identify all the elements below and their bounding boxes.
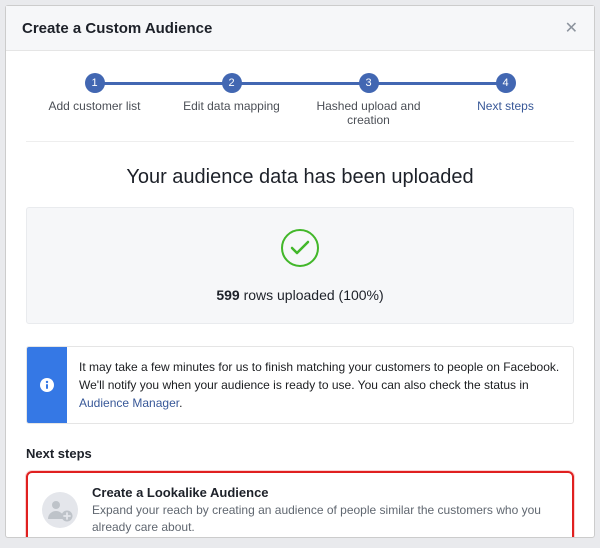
modal-title: Create a Custom Audience bbox=[22, 20, 212, 37]
step-label: Edit data mapping bbox=[163, 99, 300, 113]
step-add-customer-list[interactable]: 1 Add customer list bbox=[26, 73, 163, 113]
step-label: Hashed upload and creation bbox=[300, 99, 437, 127]
step-edit-data-mapping[interactable]: 2 Edit data mapping bbox=[163, 73, 300, 113]
stepper: 1 Add customer list 2 Edit data mapping … bbox=[26, 73, 574, 127]
info-banner: It may take a few minutes for us to fini… bbox=[26, 346, 574, 424]
card-title: Create a Lookalike Audience bbox=[92, 485, 558, 500]
step-next-steps[interactable]: 4 Next steps bbox=[437, 73, 574, 113]
step-label: Next steps bbox=[437, 99, 574, 113]
step-dot: 4 bbox=[496, 73, 516, 93]
close-icon[interactable]: ✕ bbox=[565, 18, 578, 38]
modal-body: 1 Add customer list 2 Edit data mapping … bbox=[6, 51, 594, 537]
step-dot: 2 bbox=[222, 73, 242, 93]
rows-suffix: rows uploaded (100%) bbox=[240, 287, 384, 303]
success-check-icon bbox=[280, 228, 320, 268]
next-steps-heading: Next steps bbox=[26, 446, 574, 461]
card-desc: Expand your reach by creating an audienc… bbox=[92, 502, 558, 536]
info-icon bbox=[27, 347, 67, 423]
upload-status-text: 599 rows uploaded (100%) bbox=[47, 287, 553, 303]
step-dot: 1 bbox=[85, 73, 105, 93]
divider bbox=[26, 141, 574, 142]
step-label: Add customer list bbox=[26, 99, 163, 113]
audience-manager-link[interactable]: Audience Manager bbox=[79, 396, 179, 410]
lookalike-icon bbox=[42, 492, 78, 528]
info-after: . bbox=[179, 396, 182, 410]
upload-status-box: 599 rows uploaded (100%) bbox=[26, 207, 574, 324]
step-dot: 3 bbox=[359, 73, 379, 93]
modal-header: Create a Custom Audience ✕ bbox=[6, 6, 594, 51]
info-text: It may take a few minutes for us to fini… bbox=[67, 347, 573, 423]
stepper-bar bbox=[95, 82, 506, 85]
upload-heading: Your audience data has been uploaded bbox=[26, 166, 574, 189]
create-custom-audience-modal: Create a Custom Audience ✕ 1 Add custome… bbox=[5, 5, 595, 538]
rows-count: 599 bbox=[216, 287, 239, 303]
create-lookalike-card[interactable]: Create a Lookalike Audience Expand your … bbox=[26, 471, 574, 537]
card-body: Create a Lookalike Audience Expand your … bbox=[92, 485, 558, 536]
info-before: It may take a few minutes for us to fini… bbox=[79, 360, 559, 392]
